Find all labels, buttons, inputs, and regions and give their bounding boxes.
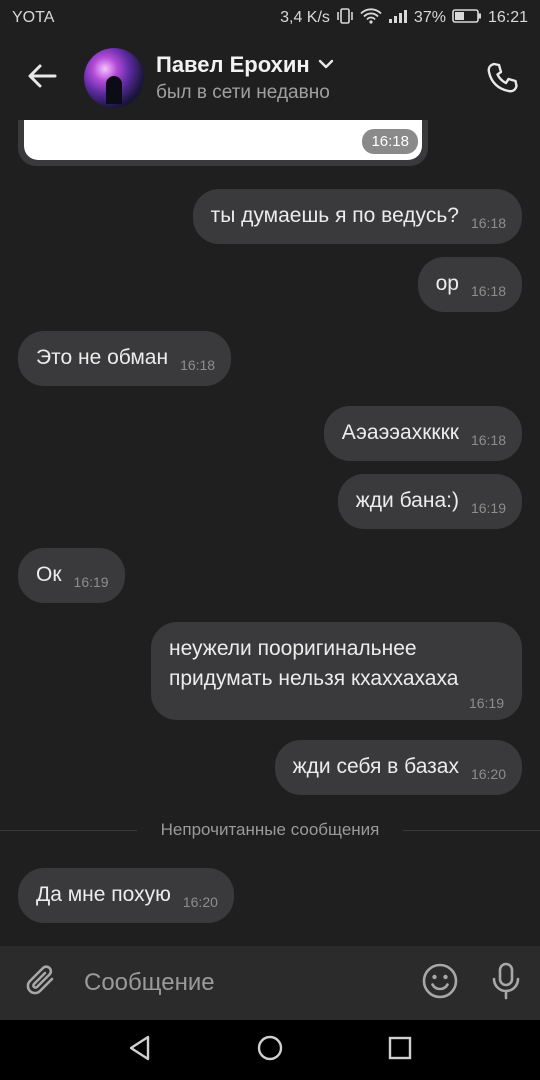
message-time: 16:18 bbox=[362, 129, 418, 154]
system-nav-bar bbox=[0, 1020, 540, 1080]
message-input[interactable] bbox=[84, 946, 408, 1020]
attach-button[interactable] bbox=[0, 946, 84, 1020]
message-bubble-incoming[interactable]: Да мне похую 16:20 bbox=[18, 868, 234, 923]
message-bubble-incoming[interactable]: Ок 16:19 bbox=[18, 548, 125, 603]
message-text: ты думаешь я по ведусь? bbox=[210, 204, 459, 227]
status-right: 3,4 K/s 37% 16:21 bbox=[280, 7, 528, 29]
battery-icon bbox=[452, 8, 482, 29]
message-text: жди себя в базах bbox=[292, 755, 459, 778]
arrow-left-icon bbox=[27, 63, 57, 94]
clock: 16:21 bbox=[487, 9, 528, 26]
message-time: 16:19 bbox=[468, 695, 504, 711]
message-list[interactable]: 16:18 ты думаешь я по ведусь? 16:18 ор 16:… bbox=[0, 120, 540, 946]
nav-back-button[interactable] bbox=[120, 1030, 160, 1070]
message-bubble-outgoing[interactable]: жди себя в базах 16:20 bbox=[274, 740, 522, 795]
message-time: 16:18 bbox=[470, 215, 506, 231]
contact-name: Павел Ерохин bbox=[156, 52, 310, 77]
unread-divider: Непрочитанные сообщения bbox=[0, 818, 540, 842]
composer bbox=[0, 946, 540, 1020]
nav-recents-button[interactable] bbox=[380, 1030, 420, 1070]
carrier-label: YOTA bbox=[12, 9, 55, 26]
emoji-button[interactable] bbox=[408, 946, 472, 1020]
message-time: 16:18 bbox=[180, 357, 216, 373]
chevron-down-icon bbox=[318, 56, 334, 74]
contact-info[interactable]: Павел Ерохин был в сети недавно bbox=[156, 52, 334, 104]
message-bubble-outgoing[interactable]: ты думаешь я по ведусь? 16:18 bbox=[192, 189, 522, 244]
message-text: Ок bbox=[36, 563, 62, 586]
message-text: Аэаээахкккк bbox=[341, 421, 459, 444]
message-time: 16:19 bbox=[470, 500, 506, 516]
message-time: 16:19 bbox=[73, 574, 109, 590]
message-text: жди бана:) bbox=[355, 489, 459, 512]
call-button[interactable] bbox=[482, 60, 522, 100]
divider-line bbox=[0, 829, 137, 831]
media-message[interactable]: 16:18 bbox=[18, 120, 428, 166]
wifi-icon bbox=[360, 7, 382, 29]
chat-header: Павел Ерохин был в сети недавно bbox=[0, 36, 540, 120]
square-recents-icon bbox=[387, 1035, 413, 1066]
paperclip-icon bbox=[25, 962, 59, 1005]
message-time: 16:18 bbox=[470, 283, 506, 299]
message-bubble-outgoing[interactable]: жди бана:) 16:19 bbox=[337, 474, 522, 529]
triangle-back-icon bbox=[128, 1035, 152, 1066]
unread-label: Непрочитанные сообщения bbox=[160, 820, 380, 839]
message-bubble-outgoing[interactable]: неужели пооригинальнее придумать нельзя … bbox=[151, 622, 522, 720]
message-text: ор bbox=[435, 272, 459, 295]
smiley-icon bbox=[421, 962, 459, 1005]
back-button[interactable] bbox=[0, 36, 84, 120]
status-bar: YOTA 3,4 K/s 37% 16:21 bbox=[0, 0, 540, 36]
avatar[interactable] bbox=[84, 48, 144, 108]
title-row: Павел Ерохин bbox=[156, 52, 334, 78]
microphone-icon bbox=[490, 961, 522, 1006]
message-text-line: придумать нельзя кхаххахаха bbox=[169, 667, 459, 690]
phone-icon bbox=[485, 61, 519, 100]
message-text: Да мне похую bbox=[36, 883, 171, 906]
vibrate-icon bbox=[336, 7, 354, 29]
network-speed: 3,4 K/s bbox=[280, 9, 330, 26]
circle-home-icon bbox=[256, 1034, 284, 1067]
message-time: 16:20 bbox=[182, 894, 218, 910]
nav-home-button[interactable] bbox=[250, 1030, 290, 1070]
voice-record-button[interactable] bbox=[472, 946, 540, 1020]
signal-icon bbox=[388, 8, 408, 29]
contact-status: был в сети недавно bbox=[156, 82, 330, 103]
message-bubble-incoming[interactable]: Это не обман 16:18 bbox=[18, 331, 232, 386]
message-text-line: неужели пооригинальнее bbox=[169, 637, 417, 660]
message-bubble-outgoing[interactable]: Аэаээахкккк 16:18 bbox=[323, 406, 522, 461]
message-time: 16:18 bbox=[470, 432, 506, 448]
message-time: 16:20 bbox=[470, 766, 506, 782]
battery-percent: 37% bbox=[413, 9, 446, 26]
divider-line bbox=[403, 829, 540, 831]
message-text: Это не обман bbox=[36, 346, 169, 369]
message-bubble-outgoing[interactable]: ор 16:18 bbox=[417, 257, 522, 312]
